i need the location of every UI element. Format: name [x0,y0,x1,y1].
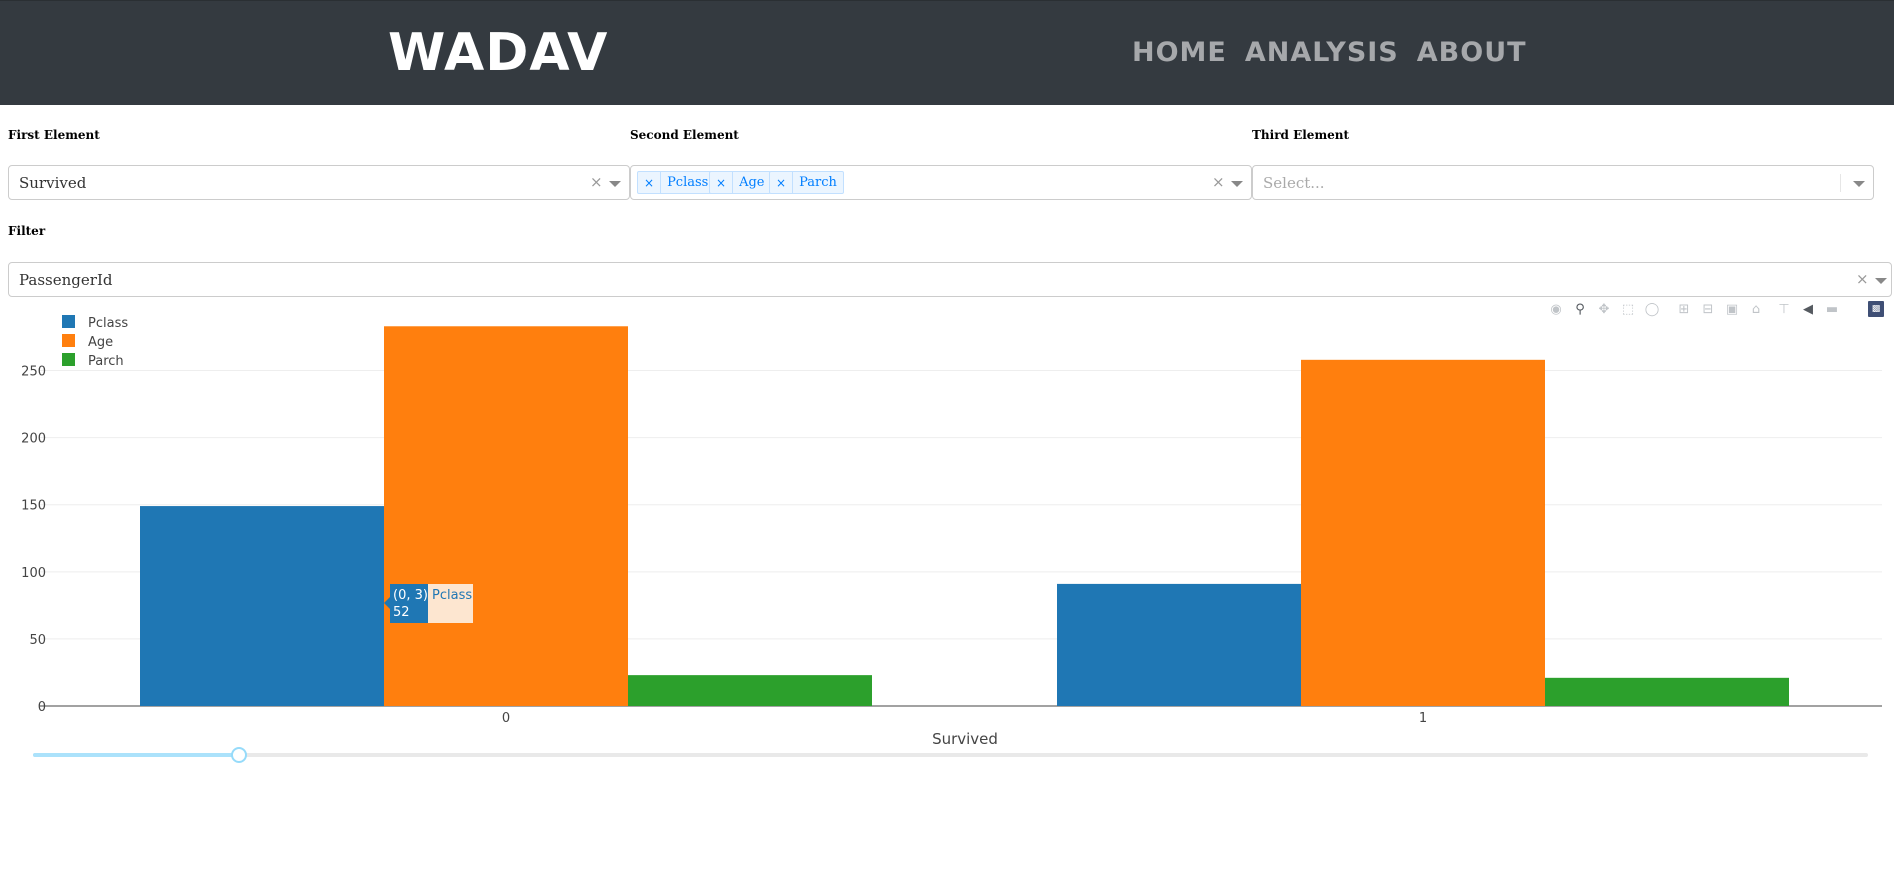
bar-age-1[interactable] [1301,359,1545,706]
slider-track [33,753,239,757]
y-tick-label: 250 [21,365,46,380]
tag-pclass-label: Pclass [667,175,709,190]
bar-pclass-1[interactable] [1057,583,1301,706]
y-tick-label: 0 [38,700,46,715]
y-tick-label: 50 [29,633,46,648]
tag-parch-remove-icon[interactable]: × [770,172,794,193]
brand-logo[interactable]: WADAV [388,23,608,83]
filter-value: PassengerId [19,271,113,289]
bar-parch-0[interactable] [628,675,872,706]
x-tick-label: 1 [1419,711,1427,726]
legend-swatch-parch[interactable] [62,353,75,366]
nav-home[interactable]: HOME [1132,37,1227,68]
tooltip-series-name: Pclass [432,588,472,603]
nav-links: HOME ANALYSIS ABOUT [1132,37,1527,68]
second-element-clear-icon[interactable]: × [1212,173,1225,191]
filter-chevron-down-icon[interactable] [1875,278,1887,284]
filter-label: Filter [8,224,46,238]
slider-handle[interactable] [230,747,247,763]
tooltip-title: (0, 3) [393,588,428,603]
legend-label-parch[interactable]: Parch [88,354,124,369]
tag-parch: × Parch [769,171,844,194]
third-element-label: Third Element [1252,128,1350,142]
y-tick-label: 100 [21,566,46,581]
nav-about[interactable]: ABOUT [1417,37,1527,68]
third-element-placeholder: Select... [1263,174,1325,192]
tooltip-value: 52 [393,605,410,620]
filter-dropdown[interactable]: PassengerId × [8,262,1892,297]
first-element-clear-icon[interactable]: × [590,173,603,191]
third-element-dropdown[interactable]: Select... [1252,165,1874,200]
x-axis-title: Survived [932,730,998,748]
first-element-chevron-down-icon[interactable] [609,181,621,187]
second-element-dropdown[interactable]: × Pclass × Age × Parch × [630,165,1252,200]
bar-age-0[interactable] [384,326,628,706]
bar-pclass-0[interactable] [140,506,384,706]
second-element-chevron-down-icon[interactable] [1231,181,1243,187]
x-tick-label: 0 [502,711,510,726]
second-element-label: Second Element [630,128,739,142]
third-element-chevron-down-icon[interactable] [1853,181,1865,187]
first-element-label: First Element [8,128,100,142]
nav-analysis[interactable]: ANALYSIS [1245,37,1399,68]
tag-pclass-remove-icon[interactable]: × [638,172,662,193]
legend-label-pclass[interactable]: Pclass [88,316,128,331]
filter-clear-icon[interactable]: × [1856,270,1869,288]
first-element-value: Survived [19,174,87,192]
tag-age-remove-icon[interactable]: × [710,172,734,193]
slider-rail[interactable] [33,753,1868,757]
y-tick-label: 150 [21,499,46,514]
bar-parch-1[interactable] [1545,677,1789,706]
y-tick-label: 200 [21,432,46,447]
legend-label-age[interactable]: Age [88,335,113,350]
tag-pclass: × Pclass [637,171,716,194]
legend-swatch-pclass[interactable] [62,315,75,328]
tag-age: × Age [709,171,772,194]
navbar: WADAV HOME ANALYSIS ABOUT [0,0,1894,105]
first-element-dropdown[interactable]: Survived × [8,165,630,200]
third-element-divider [1840,174,1841,192]
tag-parch-label: Parch [799,175,837,190]
legend-swatch-age[interactable] [62,334,75,347]
tag-age-label: Age [739,175,765,190]
bar-chart[interactable]: 0 50 100 150 200 250 0 1 Survived Pclass Age Parch (… [0,300,1894,800]
